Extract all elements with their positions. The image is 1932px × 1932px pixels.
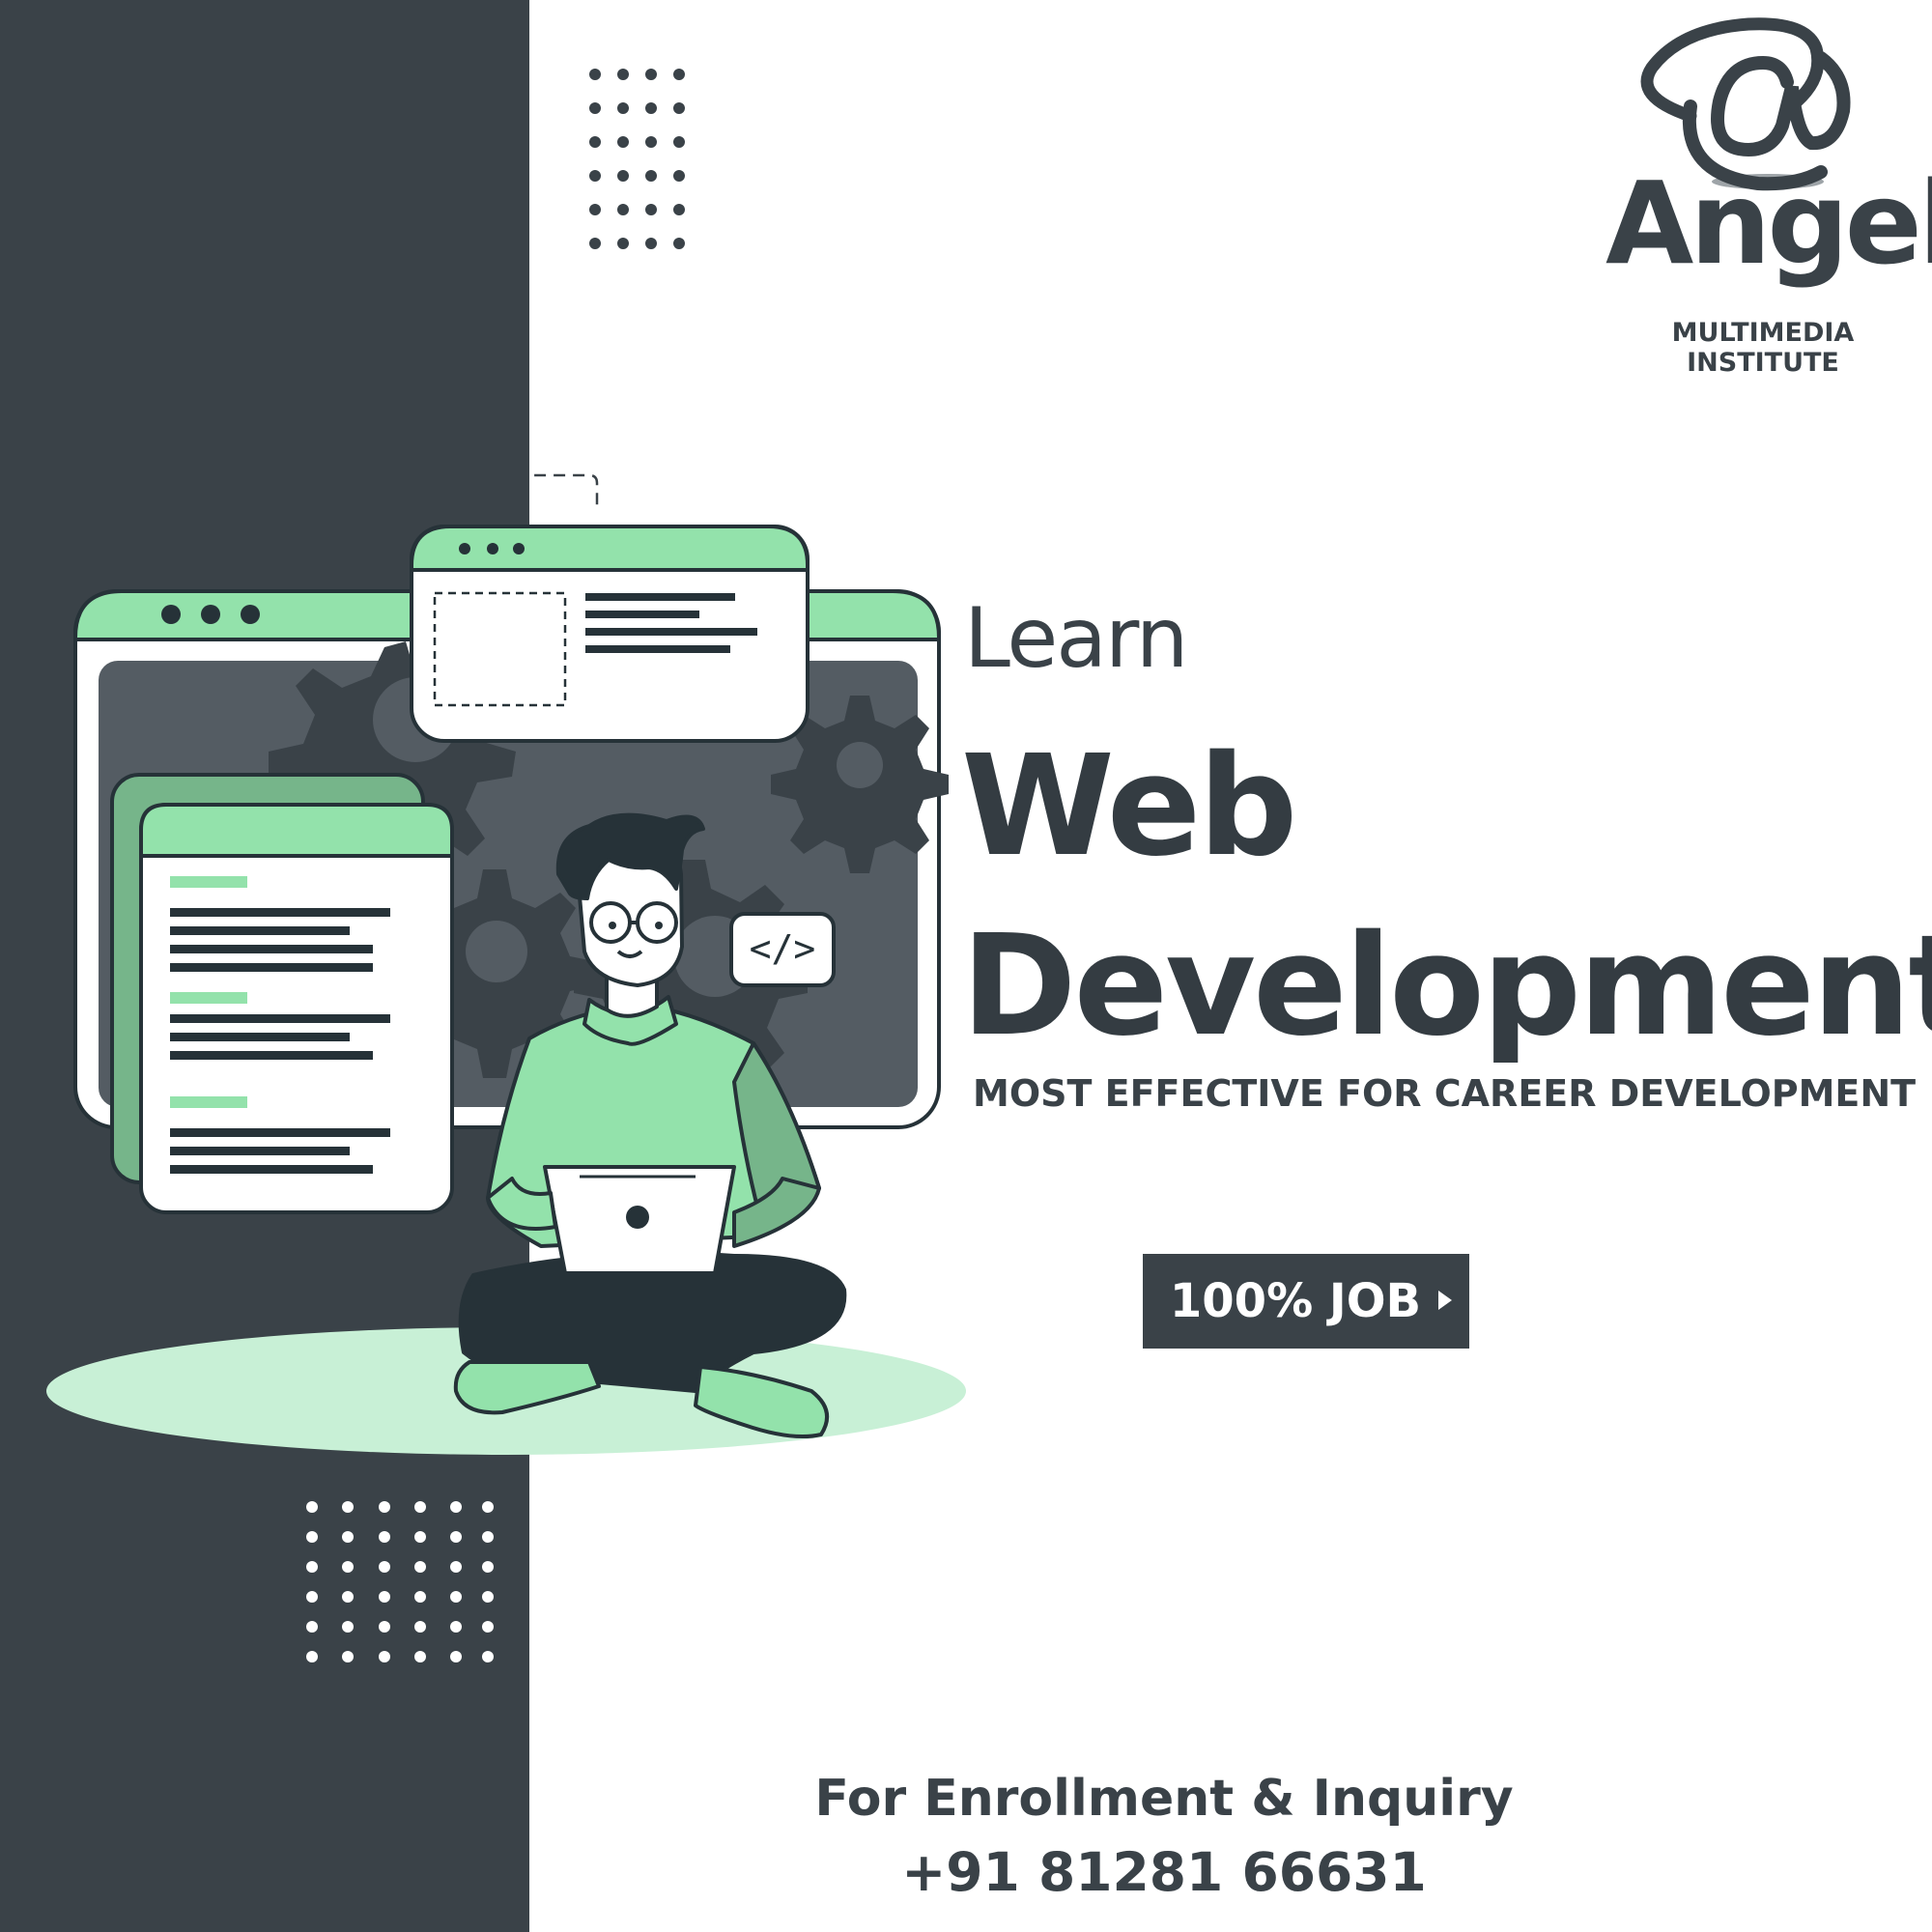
brand-subtitle: MULTIMEDIA INSTITUTE: [1671, 318, 1855, 378]
contact-heading: For Enrollment & Inquiry: [814, 1770, 1514, 1828]
code-badge: </>: [729, 912, 836, 987]
headline-line1: Web: [961, 724, 1297, 887]
brand-name: Angel: [1605, 156, 1932, 290]
headline-learn: Learn: [964, 590, 1188, 687]
play-triangle-icon: [1438, 1291, 1452, 1310]
job-cta-button[interactable]: 100% JOB: [1143, 1254, 1469, 1349]
contact-phone[interactable]: +91 81281 66631: [657, 1841, 1671, 1903]
browser-window-small: [410, 525, 810, 743]
tagline: MOST EFFECTIVE FOR CAREER DEVELOPMENT: [973, 1072, 1917, 1115]
document-pages: [110, 773, 454, 1214]
job-cta-label: 100% JOB: [1169, 1274, 1422, 1328]
svg-text:</>: </>: [750, 927, 816, 970]
headline-line2: Development: [961, 904, 1932, 1066]
poster: </> Angel MULTIMEDIA INSTITUTE Learn Web…: [0, 0, 1932, 1932]
